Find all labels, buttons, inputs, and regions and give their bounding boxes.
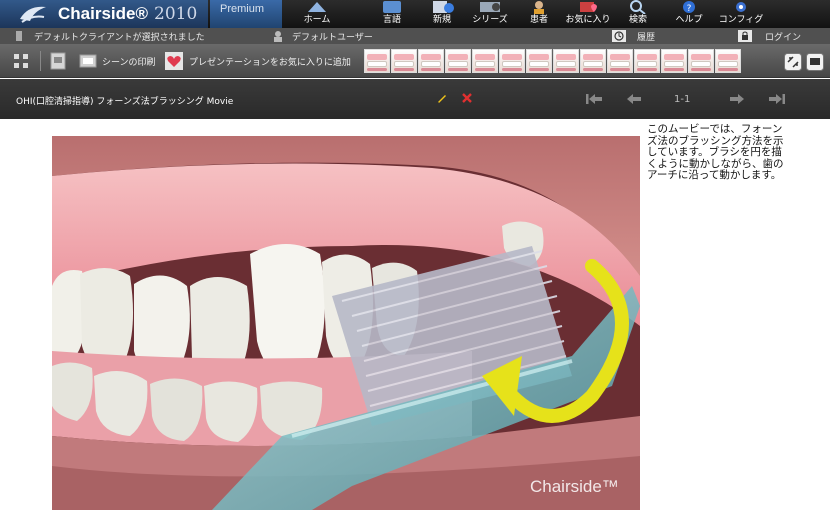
video-player[interactable] [52, 136, 640, 510]
scene-thumbnail[interactable] [391, 49, 417, 73]
nav-search-label: 検索 [628, 15, 647, 25]
brand: Chairside® 2010 [0, 0, 208, 28]
nav-series-label: シリーズ [472, 15, 508, 25]
print-icon[interactable] [79, 52, 97, 70]
patient-icon [534, 1, 544, 14]
nav-series-button[interactable]: シリーズ [465, 0, 515, 28]
language-icon [383, 1, 401, 13]
scene-thumbnails [364, 49, 741, 73]
scene-thumbnail[interactable] [364, 49, 390, 73]
brushing-illustration [52, 136, 640, 510]
nav-favorites-label: お気に入り [565, 15, 611, 25]
title-bar: OHI(口腔清掃指導) フォーンズ法ブラッシング Movie 1-1 [0, 79, 830, 119]
search-icon [630, 0, 646, 14]
config-icon [736, 2, 746, 12]
home-icon [308, 2, 326, 12]
login-link[interactable]: ログイン [765, 30, 801, 43]
fullscreen-grid-icon[interactable] [12, 52, 30, 70]
movie-description: このムービーでは、フォーンズ法のブラッシング方法を示しています。ブラシを円を描く… [647, 123, 784, 181]
history-icon[interactable] [612, 30, 626, 42]
page-title: OHI(口腔清掃指導) フォーンズ法ブラッシング Movie [16, 97, 234, 107]
nav-language-label: 言語 [382, 15, 401, 25]
scene-thumbnail[interactable] [661, 49, 687, 73]
nav-home-button[interactable]: ホーム [292, 0, 342, 28]
nav-language-button[interactable]: 言語 [367, 0, 417, 28]
toolbar: シーンの印刷 プレゼンテーションをお気に入りに追加 [0, 44, 830, 78]
scene-thumbnail[interactable] [634, 49, 660, 73]
nav-new-label: 新規 [432, 15, 451, 25]
scene-thumbnail[interactable] [607, 49, 633, 73]
scene-thumbnail[interactable] [526, 49, 552, 73]
series-icon [480, 2, 500, 12]
edit-pencil-icon[interactable] [436, 92, 448, 104]
add-to-favorites-button[interactable]: プレゼンテーションをお気に入りに追加 [189, 55, 351, 68]
scene-thumbnail[interactable] [553, 49, 579, 73]
scene-thumbnail[interactable] [418, 49, 444, 73]
chairside-watermark: Chairside™ [530, 477, 619, 496]
nav-config-button[interactable]: コンフィグ [716, 0, 766, 28]
expand-icon[interactable] [784, 53, 802, 71]
scene-thumbnail[interactable] [715, 49, 741, 73]
edition-label: Premium [210, 0, 282, 28]
scene-icon[interactable] [50, 52, 66, 70]
previous-page-icon[interactable] [626, 93, 642, 105]
favorites-icon [580, 2, 597, 12]
toolbar-divider [40, 51, 41, 71]
chairside-logo-icon [20, 6, 46, 23]
lock-icon[interactable] [738, 30, 752, 42]
first-page-icon[interactable] [585, 93, 603, 105]
nav-patient-label: 患者 [529, 15, 548, 25]
status-bar: デフォルトクライアントが選択されました デフォルトユーザー 履歴 ログイン [0, 28, 830, 44]
client-icon [16, 31, 22, 41]
history-link[interactable]: 履歴 [637, 30, 655, 43]
heart-icon[interactable] [165, 52, 183, 70]
page-indicator: 1-1 [674, 94, 691, 105]
next-page-icon[interactable] [729, 93, 745, 105]
print-scene-button[interactable]: シーンの印刷 [102, 55, 156, 68]
nav-help-button[interactable]: ? ヘルプ [664, 0, 714, 28]
scene-thumbnail[interactable] [688, 49, 714, 73]
user-icon [274, 31, 282, 42]
client-status: デフォルトクライアントが選択されました [34, 33, 205, 43]
brand-year: 2010 [154, 4, 198, 24]
nav-home-label: ホーム [303, 15, 331, 25]
nav-help-label: ヘルプ [675, 15, 703, 25]
user-name[interactable]: デフォルトユーザー [292, 30, 373, 43]
new-icon [433, 1, 454, 13]
svg-text:?: ? [687, 4, 692, 14]
scene-thumbnail[interactable] [499, 49, 525, 73]
nav-config-label: コンフィグ [718, 15, 764, 25]
last-page-icon[interactable] [768, 93, 786, 105]
scene-thumbnail[interactable] [445, 49, 471, 73]
nav-patient-button[interactable]: 患者 [514, 0, 564, 28]
top-bar: Chairside® 2010 Premium ホーム 言語 新規 シリーズ 患… [0, 0, 830, 28]
nav-search-button[interactable]: 検索 [613, 0, 663, 28]
present-icon[interactable] [806, 53, 824, 71]
nav-new-button[interactable]: 新規 [417, 0, 467, 28]
scene-thumbnail[interactable] [580, 49, 606, 73]
delete-icon[interactable] [461, 92, 473, 104]
scene-thumbnail[interactable] [472, 49, 498, 73]
brand-name: Chairside® [58, 4, 148, 23]
nav-favorites-button[interactable]: お気に入り [563, 0, 613, 28]
help-icon: ? [683, 1, 695, 14]
